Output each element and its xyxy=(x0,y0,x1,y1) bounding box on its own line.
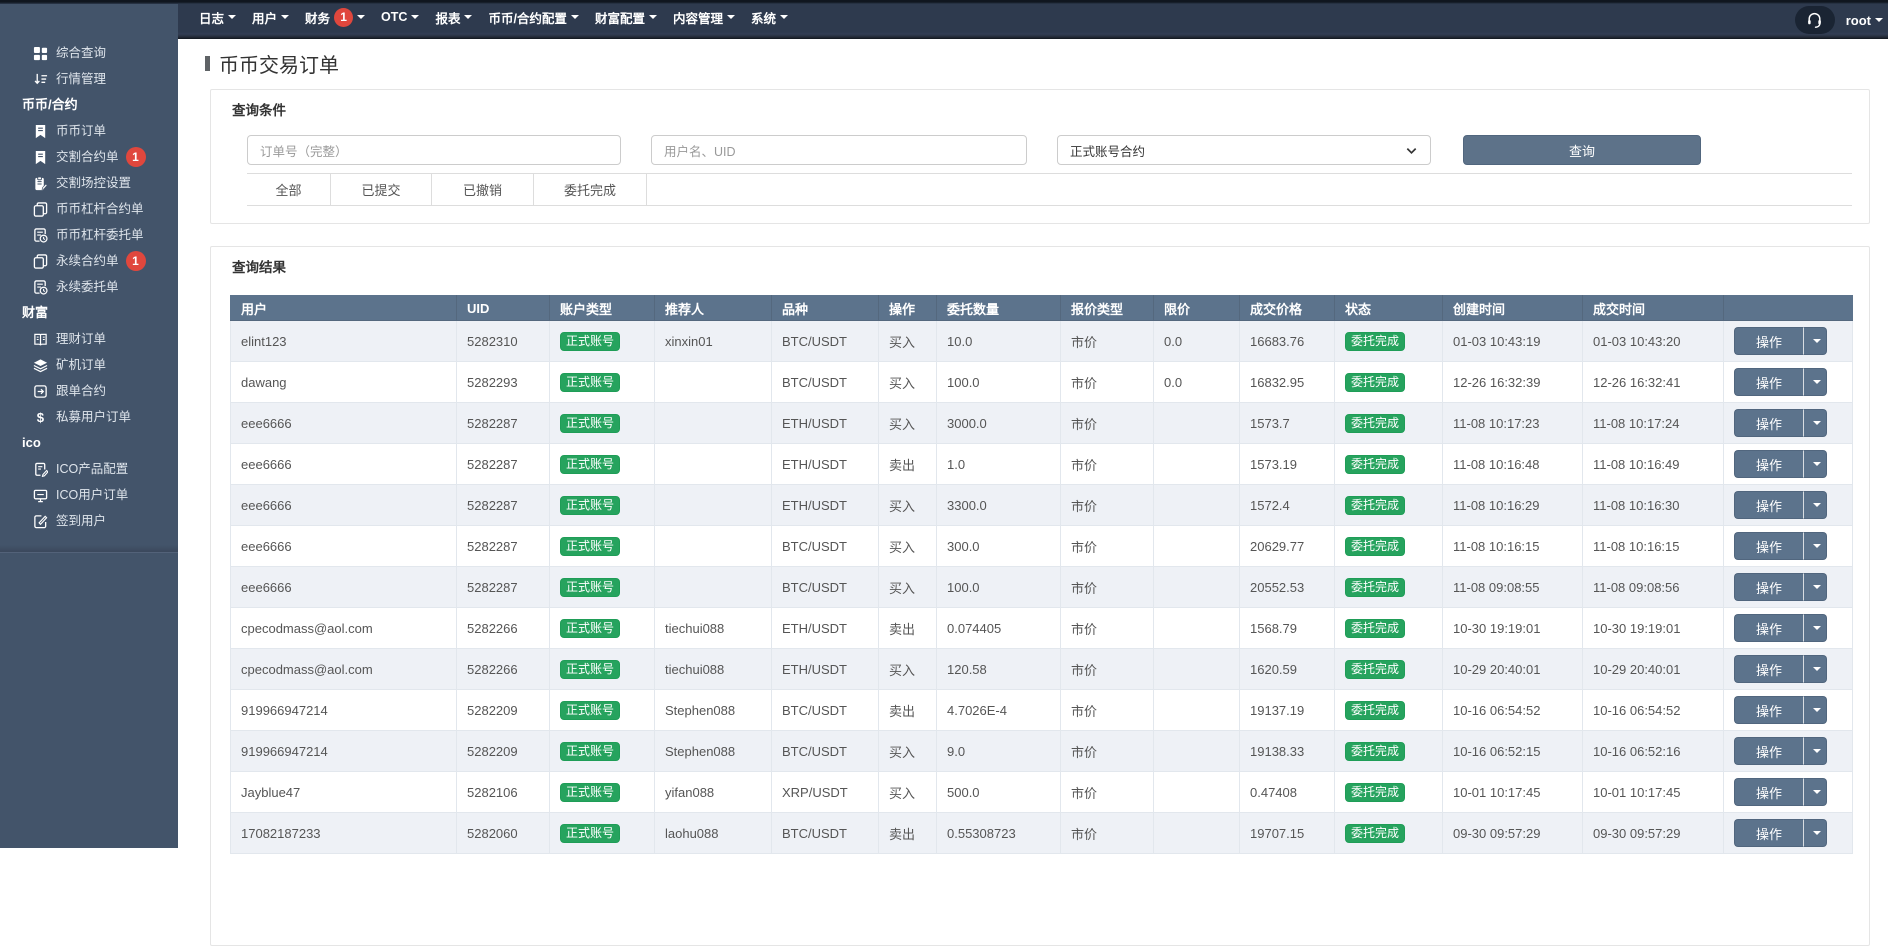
svg-text:$: $ xyxy=(37,410,45,425)
